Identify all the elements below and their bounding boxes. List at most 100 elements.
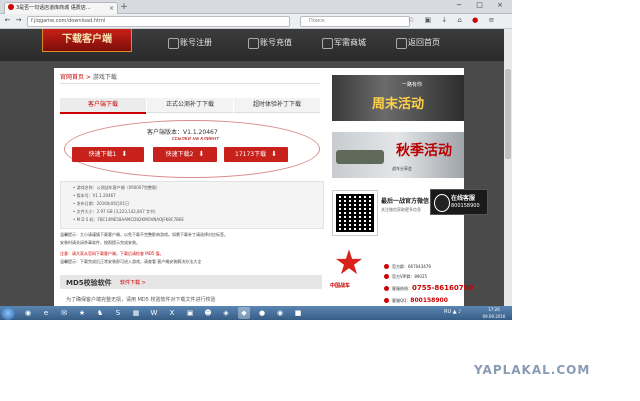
screen: 3是否一句话店道库商城 语费店... × + − □ × ← → f.jiqga… xyxy=(0,0,512,320)
service-number: 800158900 xyxy=(451,203,480,209)
breadcrumb-current: 游戏下载 xyxy=(92,74,117,81)
menu-icon[interactable]: ≡ xyxy=(488,16,498,24)
contact-label: 官方VIP群： xyxy=(392,274,415,279)
system-tray[interactable]: RU ▲ ♪ xyxy=(444,309,461,315)
tab-client-download[interactable]: 客户端下载 xyxy=(60,98,146,114)
fast-download-1-button[interactable]: 快速下载1 ⬇ xyxy=(72,147,144,162)
taskbar-app[interactable]: ✉ xyxy=(58,307,70,319)
client-version: 客户端版本：V1.1.20467 xyxy=(147,129,218,136)
star-label: 中国战车 xyxy=(330,283,351,289)
taskbar-app[interactable]: ▦ xyxy=(130,307,142,319)
online-service-button[interactable]: 在线客服 800158900 xyxy=(430,189,488,215)
clock-time: 17:26 xyxy=(488,307,500,312)
banner-subtitle: 战车分享会 xyxy=(392,166,412,171)
banner-subtitle: 一路有你 xyxy=(402,82,423,88)
event-banner-1[interactable]: 一路有你 周末活动 xyxy=(332,75,464,121)
forward-button[interactable]: → xyxy=(14,16,23,25)
contact-value: 800158900 xyxy=(410,297,448,304)
taskbar-app[interactable]: ☻ xyxy=(202,307,214,319)
toolbar-icon-group[interactable]: ☆ ▣ ↓ ⌂ xyxy=(408,16,466,24)
toolbar-icons[interactable]: ☆ ▣ ↓ ⌂ ● ≡ xyxy=(408,16,498,24)
taskbar-app[interactable]: X xyxy=(166,307,178,319)
qr-code-image xyxy=(336,194,374,232)
button-label: 17173下载 xyxy=(235,151,267,158)
browser-tab[interactable]: 3是否一句话店道库商城 语费店... × xyxy=(4,2,118,14)
download-client-button[interactable]: 下载客户端 xyxy=(42,29,132,52)
contact-label: 客服热线： xyxy=(392,286,412,291)
taskbar-app[interactable]: ★ xyxy=(76,307,88,319)
taskbar-app[interactable]: W xyxy=(148,307,160,319)
info-row: • 发布日期：2016年06月01日 xyxy=(73,201,129,206)
contact-value: 89025 xyxy=(414,274,428,279)
breadcrumb: 官网首页 > 游戏下载 xyxy=(60,72,117,81)
nav-shop[interactable]: 军需商城 xyxy=(318,29,398,61)
download-17173-button[interactable]: 17173下载 ⬇ xyxy=(224,147,288,162)
contact-value: 0755-86160700 xyxy=(412,284,474,292)
wechat-qr-code xyxy=(332,190,378,236)
button-label: 快速下载2 xyxy=(165,151,194,158)
contact-label: 客服QQ： xyxy=(392,298,411,303)
browser-titlebar: 3是否一句话店道库商城 语费店... × + − □ × xyxy=(0,0,512,14)
md5-download-link[interactable]: 软件下载 > xyxy=(120,279,146,286)
qq-icon xyxy=(384,298,389,303)
wechat-title: 最后一战官方微信 xyxy=(381,198,430,205)
contact-row: 客服热线：0755-86160700 xyxy=(384,284,473,292)
taskbar-app[interactable]: ♞ xyxy=(94,307,106,319)
contact-label: 官方群： xyxy=(392,264,408,269)
window-controls[interactable]: − □ × xyxy=(456,1,509,9)
back-button[interactable]: ← xyxy=(3,16,12,25)
banner-title: 周末活动 xyxy=(372,97,425,112)
divider xyxy=(60,83,320,84)
download-tabs: 客户端下载 正式公测补丁下载 超时体验补丁下载 xyxy=(60,98,320,114)
wechat-subtitle: 关注微信获取更多信息 xyxy=(381,207,421,212)
download-icon: ⬇ xyxy=(271,150,277,158)
tab-official-patch[interactable]: 正式公测补丁下载 xyxy=(147,98,233,113)
event-banner-2[interactable]: 秋季活动 战车分享会 xyxy=(332,132,464,178)
start-button[interactable] xyxy=(1,306,15,320)
taskbar-app[interactable]: ■ xyxy=(292,307,304,319)
home-icon xyxy=(396,38,407,49)
register-icon xyxy=(168,38,179,49)
site-banner: 下载客户端 账号注册 账号充值 军需商城 返回首页 xyxy=(0,29,504,61)
breadcrumb-sep: > xyxy=(84,74,93,81)
taskbar-app[interactable]: ◉ xyxy=(274,307,286,319)
taskbar-app[interactable]: ◈ xyxy=(220,307,232,319)
info-row: • M D 5 码：FBC14ME58AAMCD82KMOVNAOJFK8C7B… xyxy=(73,217,184,222)
url-bar[interactable]: f.jiqgame.com/download.html xyxy=(27,16,290,27)
tip-text: 安装时请关闭杀毒软件，按照提示完成安装。 xyxy=(60,240,140,245)
taskbar-app[interactable]: ▣ xyxy=(184,307,196,319)
nav-register[interactable]: 账号注册 xyxy=(164,29,244,61)
nav-recharge[interactable]: 账号充值 xyxy=(244,29,324,61)
scrollbar-thumb[interactable] xyxy=(505,69,511,159)
md5-title: MD5校验软件 xyxy=(66,279,112,287)
addon-icon[interactable]: ● xyxy=(472,16,482,24)
annotation-note: ссылки на клиент xyxy=(172,136,220,142)
search-input[interactable]: Поиск xyxy=(300,16,410,27)
clock-date: 09.09.2016 xyxy=(482,314,506,319)
contact-row: 官方VIP群：89025 xyxy=(384,274,427,280)
taskbar-app-firefox[interactable]: ◆ xyxy=(238,307,250,319)
service-title: 在线客服 xyxy=(451,195,476,202)
taskbar-app[interactable]: e xyxy=(40,307,52,319)
tab-close-icon[interactable]: × xyxy=(109,3,114,14)
taskbar-app[interactable]: ◉ xyxy=(22,307,34,319)
new-tab-button[interactable]: + xyxy=(119,2,129,12)
qq-icon xyxy=(384,274,389,279)
info-row: • 游戏名称：公测战车客户端（090007完整版） xyxy=(73,185,160,190)
vertical-scrollbar[interactable] xyxy=(504,29,512,306)
nav-home[interactable]: 返回首页 xyxy=(392,29,472,61)
tip-text: 温馨提示：下载完成后正常安装即可进入游戏，请查看 客户端安装解决办法大全 xyxy=(60,259,202,264)
clock[interactable]: 17:26 09.09.2016 xyxy=(478,306,510,320)
button-label: 快速下载1 xyxy=(88,151,117,158)
browser-navbar: ← → f.jiqgame.com/download.html Поиск ☆ … xyxy=(0,14,512,29)
tab-experience-patch[interactable]: 超时体验补丁下载 xyxy=(234,98,320,113)
taskbar-app[interactable]: ● xyxy=(256,307,268,319)
banner-title: 秋季活动 xyxy=(396,143,452,159)
info-row: • 版本号：V1.1.20467 xyxy=(73,193,116,198)
client-info-box: • 游戏名称：公测战车客户端（090007完整版） • 版本号：V1.1.204… xyxy=(60,181,324,229)
fast-download-2-button[interactable]: 快速下载2 ⬇ xyxy=(153,147,217,162)
shop-icon xyxy=(322,38,333,49)
nav-label: 账号充值 xyxy=(260,38,292,47)
breadcrumb-home-link[interactable]: 官网首页 xyxy=(60,74,84,81)
taskbar-app[interactable]: S xyxy=(112,307,124,319)
